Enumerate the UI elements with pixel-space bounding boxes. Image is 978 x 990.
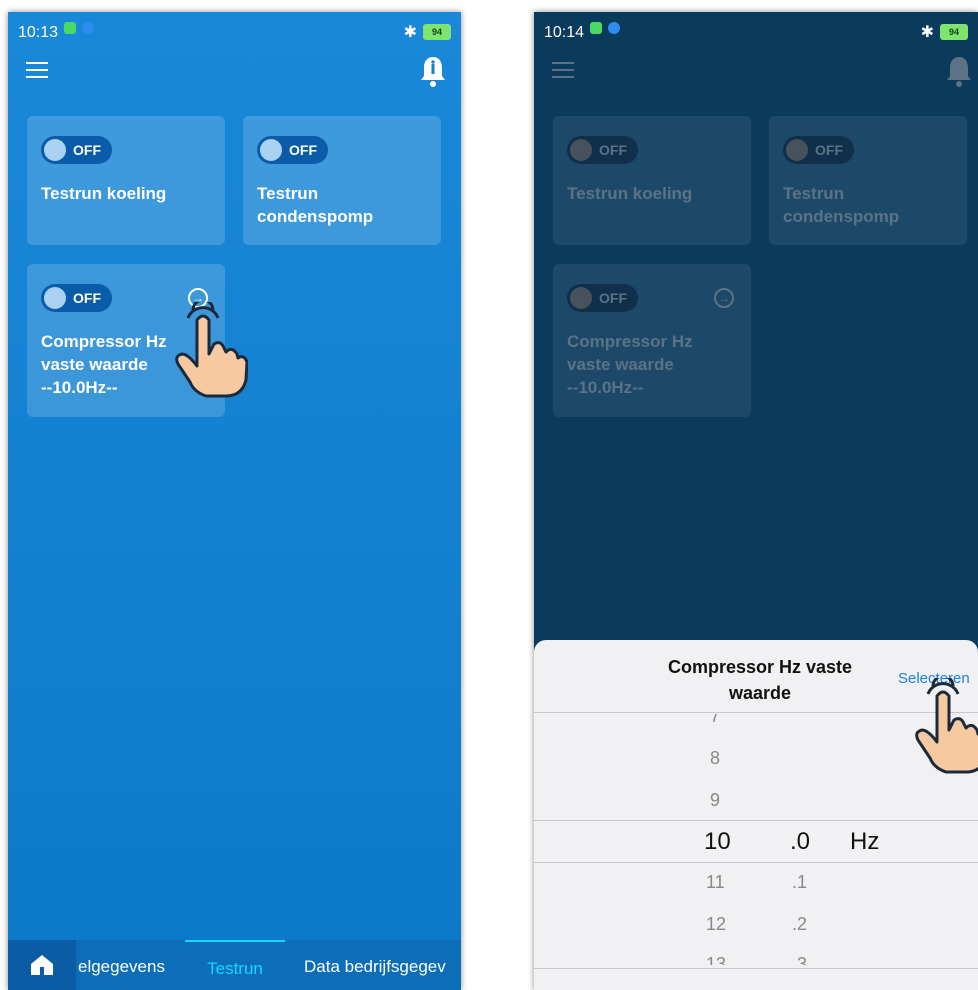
home-icon bbox=[31, 955, 53, 975]
card-title: vaste waarde bbox=[567, 355, 674, 374]
toggle-label: OFF bbox=[815, 142, 843, 158]
card-title: vaste waarde bbox=[41, 355, 148, 374]
wheel-selected-decimal[interactable]: .0 bbox=[790, 828, 810, 856]
status-bar: 10:13 ✱ 94 bbox=[8, 12, 461, 52]
toggle-switch[interactable]: OFF bbox=[257, 136, 328, 164]
card-title: condenspomp bbox=[783, 207, 900, 226]
hamburger-menu-icon[interactable] bbox=[552, 62, 574, 78]
card-testrun-koeling[interactable]: OFF Testrun koeling bbox=[553, 116, 751, 245]
notification-icon bbox=[64, 22, 76, 34]
wheel-item[interactable]: .3 bbox=[792, 954, 807, 965]
card-title: Testrun koeling bbox=[567, 184, 693, 203]
toggle-knob bbox=[44, 139, 66, 161]
toggle-label: OFF bbox=[73, 142, 101, 158]
toggle-label: OFF bbox=[599, 290, 627, 306]
toggle-switch[interactable]: OFF bbox=[567, 136, 638, 164]
toggle-knob bbox=[260, 139, 282, 161]
status-icons-right: ✱ 94 bbox=[404, 22, 451, 42]
tab-data-bedrijfsgegevens[interactable]: Data bedrijfsgegev bbox=[304, 940, 461, 990]
notification-icon bbox=[590, 22, 602, 34]
wheel-item[interactable]: .2 bbox=[792, 914, 807, 935]
card-compressor-hz[interactable]: OFF → Compressor Hz vaste waarde --10.0H… bbox=[553, 264, 751, 417]
status-icons-left bbox=[590, 22, 620, 34]
battery-icon: 94 bbox=[423, 24, 451, 40]
toggle-knob bbox=[570, 287, 592, 309]
battery-icon: 94 bbox=[940, 24, 968, 40]
bluetooth-icon: ✱ bbox=[920, 24, 934, 41]
card-testrun-koeling[interactable]: OFF Testrun koeling bbox=[27, 116, 225, 245]
selection-bottom-line bbox=[534, 862, 978, 863]
status-icons-right: ✱ 94 bbox=[921, 22, 968, 42]
bell-icon[interactable] bbox=[418, 54, 448, 88]
card-testrun-condenspomp[interactable]: OFF Testrun condenspomp bbox=[769, 116, 967, 245]
bottom-tab-bar: elgegevens Testrun Data bedrijfsgegev bbox=[8, 940, 461, 990]
toggle-label: OFF bbox=[599, 142, 627, 158]
bluetooth-icon: ✱ bbox=[403, 24, 417, 41]
wheel-item[interactable]: 8 bbox=[710, 748, 720, 769]
card-title: condenspomp bbox=[257, 207, 374, 226]
bell-icon[interactable] bbox=[944, 54, 974, 88]
hamburger-menu-icon[interactable] bbox=[26, 62, 48, 78]
toggle-switch[interactable]: OFF bbox=[41, 136, 112, 164]
wheel-item[interactable]: 7 bbox=[710, 714, 720, 727]
status-icons-left bbox=[64, 22, 94, 34]
screen-testrun: 10:13 ✱ 94 OFF Testrun koeling OFF Testr… bbox=[8, 12, 461, 990]
status-time: 10:13 bbox=[18, 24, 59, 41]
picker-title: Compressor Hz vaste waarde bbox=[667, 657, 853, 703]
card-title: Testrun bbox=[783, 184, 845, 203]
tab-testrun[interactable]: Testrun bbox=[185, 940, 285, 990]
toggle-knob bbox=[44, 287, 66, 309]
toggle-switch[interactable]: OFF bbox=[567, 284, 638, 312]
tab-elgegevens[interactable]: elgegevens bbox=[76, 940, 188, 990]
pointing-hand-icon bbox=[915, 678, 978, 774]
card-value: --10.0Hz-- bbox=[567, 378, 644, 397]
card-testrun-condenspomp[interactable]: OFF Testrun condenspomp bbox=[243, 116, 441, 245]
wheel-item[interactable]: 13 bbox=[706, 954, 726, 965]
tab-home[interactable] bbox=[8, 940, 76, 990]
card-title: Compressor Hz bbox=[41, 332, 167, 351]
wheel-item[interactable]: 9 bbox=[710, 790, 720, 811]
toggle-knob bbox=[570, 139, 592, 161]
card-title: Compressor Hz bbox=[567, 332, 693, 351]
pointing-hand-icon bbox=[175, 302, 248, 398]
divider bbox=[534, 968, 978, 969]
card-title: Testrun koeling bbox=[41, 184, 167, 203]
toggle-switch[interactable]: OFF bbox=[783, 136, 854, 164]
screen-testrun-picker: 10:14 ✱ 94 OFF Testrun koeling OFF Testr… bbox=[534, 12, 978, 990]
selection-top-line bbox=[534, 820, 978, 821]
wheel-item[interactable]: .1 bbox=[792, 872, 807, 893]
toggle-knob bbox=[786, 139, 808, 161]
toggle-label: OFF bbox=[289, 142, 317, 158]
unit-label: Hz bbox=[850, 828, 880, 855]
status-time: 10:14 bbox=[544, 24, 585, 41]
wheel-selected-integer[interactable]: 10 bbox=[704, 828, 731, 856]
wheel-item[interactable]: 12 bbox=[706, 914, 726, 935]
arrow-right-circle-icon[interactable]: → bbox=[714, 288, 734, 308]
card-title: Testrun bbox=[257, 184, 319, 203]
status-bar: 10:14 ✱ 94 bbox=[534, 12, 978, 52]
shield-icon bbox=[82, 22, 94, 34]
shield-icon bbox=[608, 22, 620, 34]
card-value: --10.0Hz-- bbox=[41, 378, 118, 397]
toggle-label: OFF bbox=[73, 290, 101, 306]
toggle-switch[interactable]: OFF bbox=[41, 284, 112, 312]
wheel-item[interactable]: 11 bbox=[706, 872, 725, 893]
